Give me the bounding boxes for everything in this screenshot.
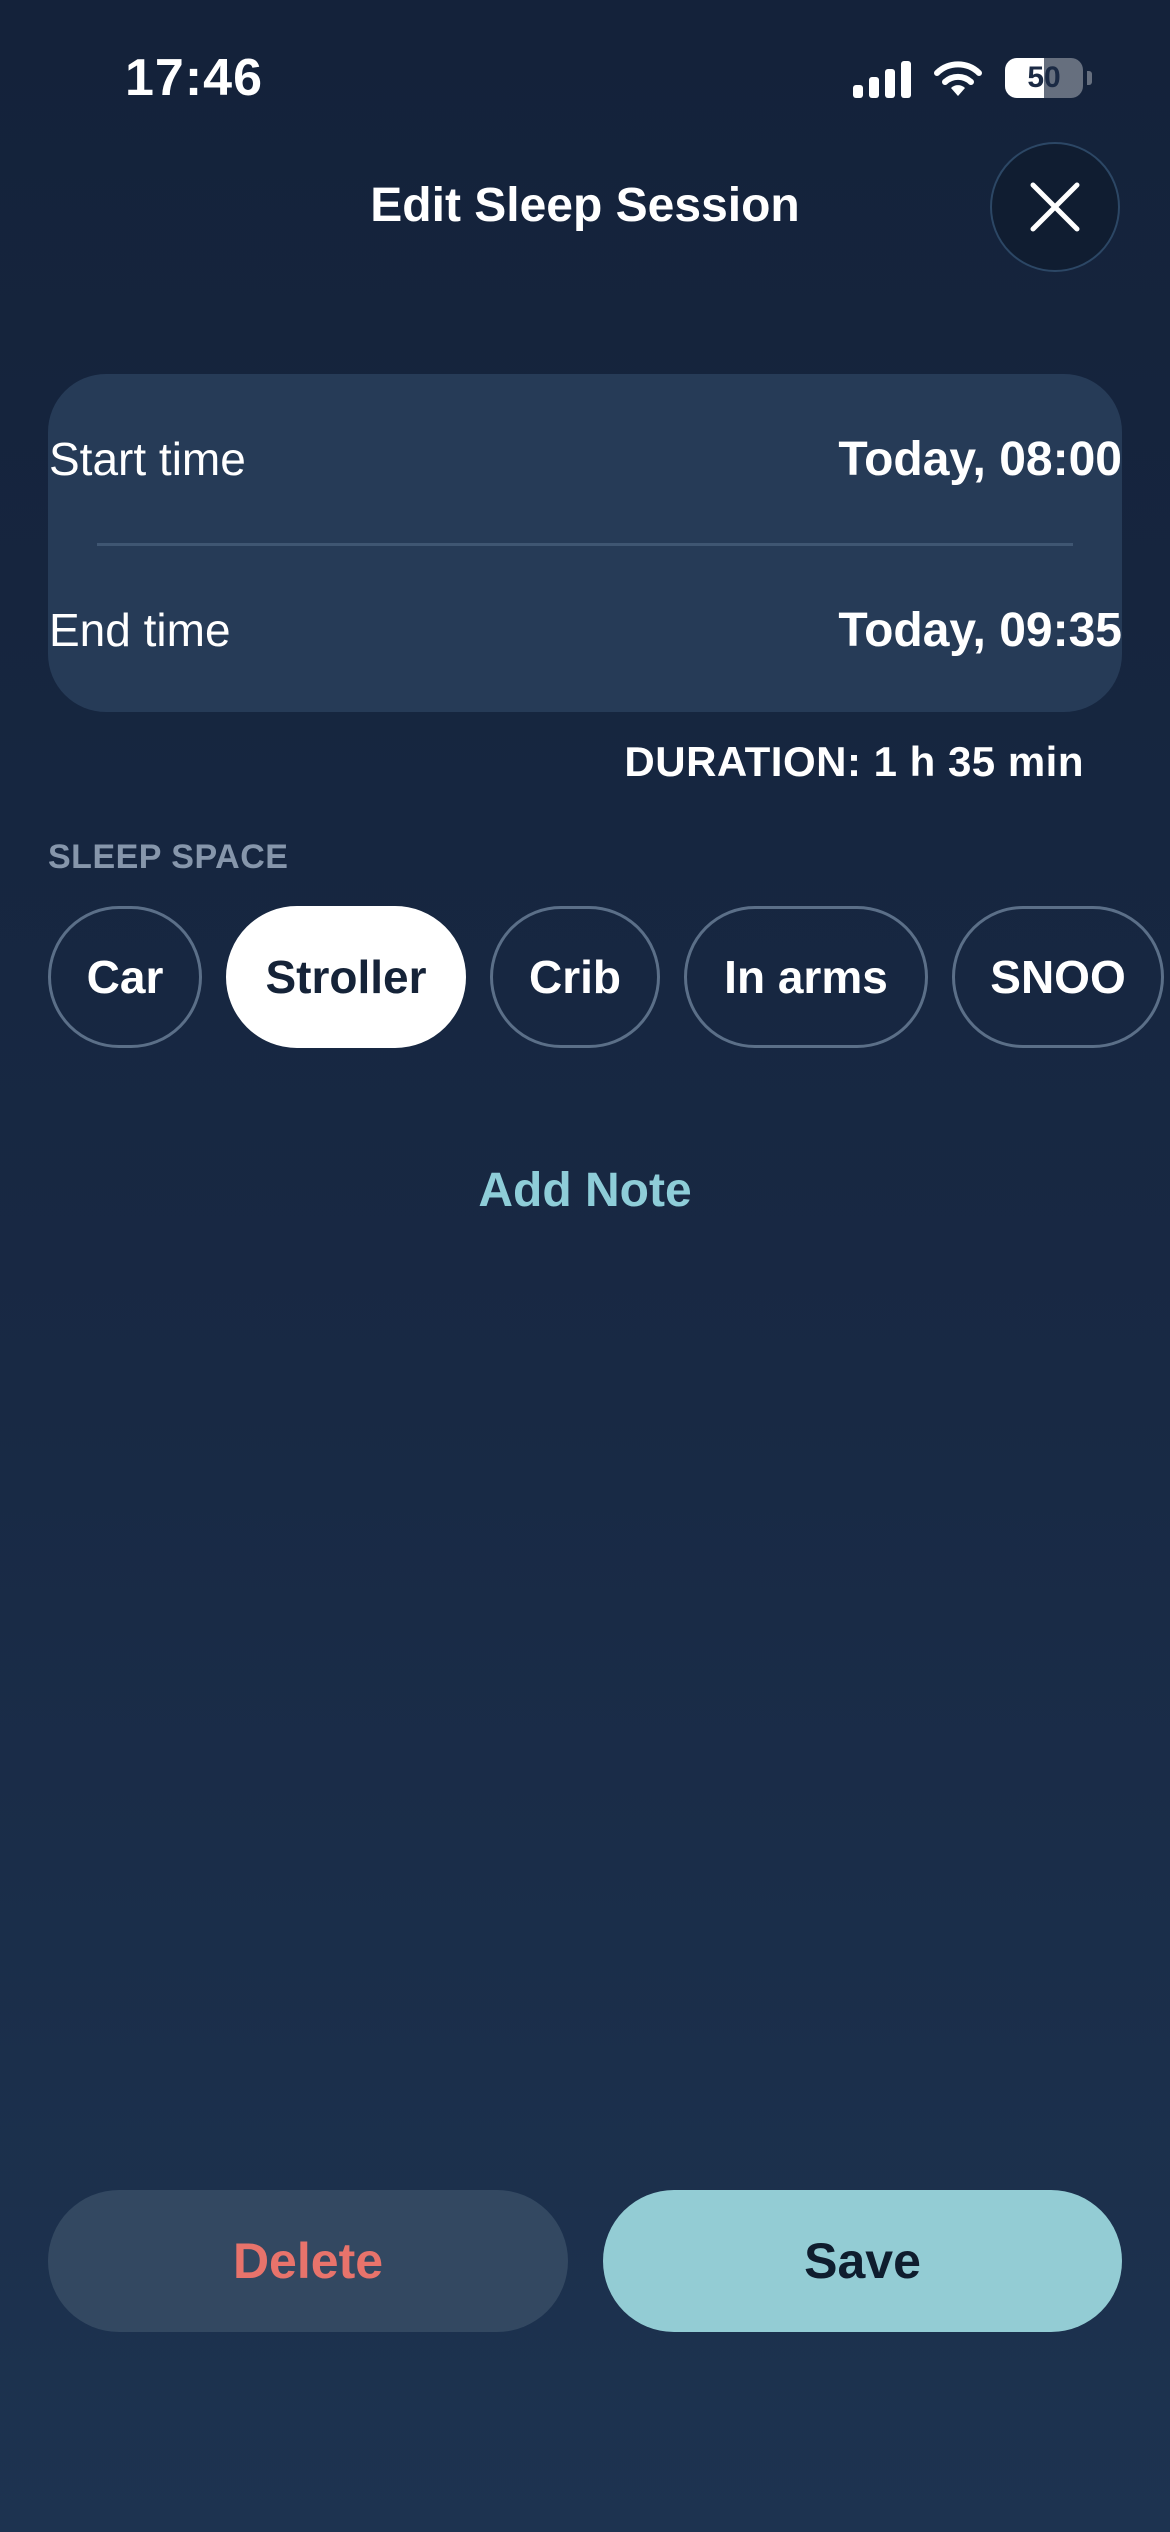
end-time-row[interactable]: End time Today, 09:35 — [49, 565, 1122, 695]
save-button[interactable]: Save — [603, 2190, 1122, 2332]
duration-text: DURATION: 1 h 35 min — [624, 738, 1084, 785]
add-note-link[interactable]: Add Note — [0, 1163, 1170, 1218]
status-icons: 50 — [853, 55, 1092, 101]
chip-car[interactable]: Car — [48, 906, 202, 1048]
signal-icon — [853, 58, 911, 98]
status-bar: 17:46 50 — [0, 0, 1170, 150]
chip-snoo[interactable]: SNOO — [952, 906, 1164, 1048]
end-time-value: Today, 09:35 — [838, 603, 1122, 657]
end-time-label: End time — [49, 604, 231, 656]
start-time-value: Today, 08:00 — [838, 432, 1122, 486]
divider — [97, 543, 1073, 546]
wifi-icon — [934, 61, 982, 96]
sleep-space-label: SLEEP SPACE — [48, 838, 289, 876]
close-icon — [1030, 182, 1080, 232]
delete-button[interactable]: Delete — [48, 2190, 568, 2332]
start-time-row[interactable]: Start time Today, 08:00 — [49, 394, 1122, 524]
battery-tip — [1087, 71, 1092, 85]
close-button[interactable] — [990, 142, 1120, 272]
chip-crib[interactable]: Crib — [490, 906, 660, 1048]
status-time: 17:46 — [125, 49, 263, 107]
start-time-label: Start time — [49, 433, 246, 485]
chip-in-arms[interactable]: In arms — [684, 906, 928, 1048]
battery-level: 50 — [1027, 61, 1061, 94]
chip-stroller[interactable]: Stroller — [226, 906, 466, 1048]
battery-icon: 50 — [1005, 58, 1083, 98]
